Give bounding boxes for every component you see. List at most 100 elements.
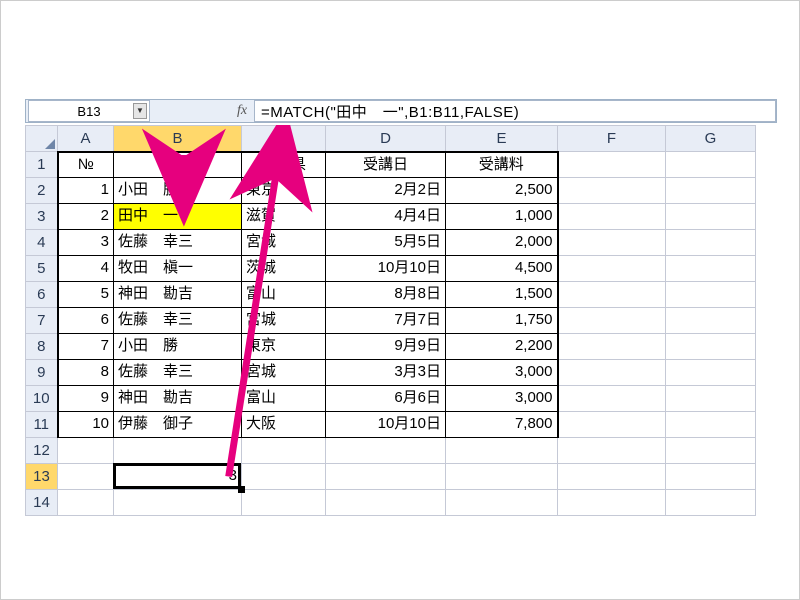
cell-E1[interactable]: 受講料 [446, 152, 558, 178]
col-header-C[interactable]: C [242, 126, 326, 152]
cell-D10[interactable]: 6月6日 [326, 386, 446, 412]
cell-G1[interactable] [666, 152, 756, 178]
cell-D3[interactable]: 4月4日 [326, 204, 446, 230]
cell-C1[interactable]: 出身県 [242, 152, 326, 178]
cell-A5[interactable]: 4 [58, 256, 114, 282]
cell-D9[interactable]: 3月3日 [326, 360, 446, 386]
cell-G10[interactable] [666, 386, 756, 412]
cell-F8[interactable] [558, 334, 666, 360]
cell-B1[interactable]: 氏名 [114, 152, 242, 178]
cell-B5[interactable]: 牧田 槇一 [114, 256, 242, 282]
cell-A14[interactable] [58, 490, 114, 516]
cell-G5[interactable] [666, 256, 756, 282]
cell-E4[interactable]: 2,000 [446, 230, 558, 256]
cell-F3[interactable] [558, 204, 666, 230]
fx-icon[interactable]: fx [230, 103, 254, 119]
row-header-4[interactable]: 4 [26, 230, 58, 256]
row-header-11[interactable]: 11 [26, 412, 58, 438]
cell-E8[interactable]: 2,200 [446, 334, 558, 360]
col-header-D[interactable]: D [326, 126, 446, 152]
cell-E12[interactable] [446, 438, 558, 464]
cell-G12[interactable] [666, 438, 756, 464]
cell-E6[interactable]: 1,500 [446, 282, 558, 308]
cell-C9[interactable]: 宮城 [242, 360, 326, 386]
cell-F13[interactable] [558, 464, 666, 490]
cell-E10[interactable]: 3,000 [446, 386, 558, 412]
cell-B9[interactable]: 佐藤 幸三 [114, 360, 242, 386]
cell-A13[interactable] [58, 464, 114, 490]
name-box[interactable]: B13 ▼ [28, 100, 150, 122]
cell-D14[interactable] [326, 490, 446, 516]
cell-E3[interactable]: 1,000 [446, 204, 558, 230]
cell-G8[interactable] [666, 334, 756, 360]
cell-B11[interactable]: 伊藤 御子 [114, 412, 242, 438]
cell-B4[interactable]: 佐藤 幸三 [114, 230, 242, 256]
cell-G9[interactable] [666, 360, 756, 386]
cell-F12[interactable] [558, 438, 666, 464]
row-header-9[interactable]: 9 [26, 360, 58, 386]
row-header-3[interactable]: 3 [26, 204, 58, 230]
cell-D6[interactable]: 8月8日 [326, 282, 446, 308]
row-header-6[interactable]: 6 [26, 282, 58, 308]
cell-C4[interactable]: 宮城 [242, 230, 326, 256]
cell-C3[interactable]: 滋賀 [242, 204, 326, 230]
cell-G11[interactable] [666, 412, 756, 438]
cell-C8[interactable]: 東京 [242, 334, 326, 360]
cell-E7[interactable]: 1,750 [446, 308, 558, 334]
cell-C12[interactable] [242, 438, 326, 464]
cell-C11[interactable]: 大阪 [242, 412, 326, 438]
row-header-10[interactable]: 10 [26, 386, 58, 412]
cell-F4[interactable] [558, 230, 666, 256]
cell-A11[interactable]: 10 [58, 412, 114, 438]
cell-C13[interactable] [242, 464, 326, 490]
spreadsheet-grid[interactable]: ABCDEFG1№氏名出身県受講日受講料21小田 勝東京2月2日2,50032田… [25, 125, 777, 516]
cell-C10[interactable]: 富山 [242, 386, 326, 412]
cell-G3[interactable] [666, 204, 756, 230]
cell-A10[interactable]: 9 [58, 386, 114, 412]
cell-A1[interactable]: № [58, 152, 114, 178]
row-header-8[interactable]: 8 [26, 334, 58, 360]
cell-G14[interactable] [666, 490, 756, 516]
row-header-1[interactable]: 1 [26, 152, 58, 178]
cell-F1[interactable] [558, 152, 666, 178]
cell-B14[interactable] [114, 490, 242, 516]
fill-handle[interactable] [238, 486, 245, 493]
cell-E5[interactable]: 4,500 [446, 256, 558, 282]
cell-A9[interactable]: 8 [58, 360, 114, 386]
row-header-7[interactable]: 7 [26, 308, 58, 334]
col-header-G[interactable]: G [666, 126, 756, 152]
cell-D12[interactable] [326, 438, 446, 464]
cell-E11[interactable]: 7,800 [446, 412, 558, 438]
cell-G2[interactable] [666, 178, 756, 204]
cell-G13[interactable] [666, 464, 756, 490]
cell-B10[interactable]: 神田 勘吉 [114, 386, 242, 412]
cell-A3[interactable]: 2 [58, 204, 114, 230]
cell-F9[interactable] [558, 360, 666, 386]
cell-C6[interactable]: 富山 [242, 282, 326, 308]
cell-D8[interactable]: 9月9日 [326, 334, 446, 360]
row-header-2[interactable]: 2 [26, 178, 58, 204]
col-header-B[interactable]: B [114, 126, 242, 152]
col-header-E[interactable]: E [446, 126, 558, 152]
cell-B7[interactable]: 佐藤 幸三 [114, 308, 242, 334]
cell-A4[interactable]: 3 [58, 230, 114, 256]
cell-F11[interactable] [558, 412, 666, 438]
cell-F2[interactable] [558, 178, 666, 204]
cell-A2[interactable]: 1 [58, 178, 114, 204]
col-header-A[interactable]: A [58, 126, 114, 152]
cell-D13[interactable] [326, 464, 446, 490]
cell-E13[interactable] [446, 464, 558, 490]
cell-F6[interactable] [558, 282, 666, 308]
cell-A6[interactable]: 5 [58, 282, 114, 308]
cell-G4[interactable] [666, 230, 756, 256]
cell-F14[interactable] [558, 490, 666, 516]
cell-B3[interactable]: 田中 一 [114, 204, 242, 230]
name-box-dropdown-icon[interactable]: ▼ [133, 103, 147, 119]
cell-G6[interactable] [666, 282, 756, 308]
cell-D11[interactable]: 10月10日 [326, 412, 446, 438]
row-header-12[interactable]: 12 [26, 438, 58, 464]
row-header-5[interactable]: 5 [26, 256, 58, 282]
cell-A12[interactable] [58, 438, 114, 464]
formula-input[interactable]: =MATCH("田中 一",B1:B11,FALSE) [254, 100, 776, 122]
cell-B8[interactable]: 小田 勝 [114, 334, 242, 360]
